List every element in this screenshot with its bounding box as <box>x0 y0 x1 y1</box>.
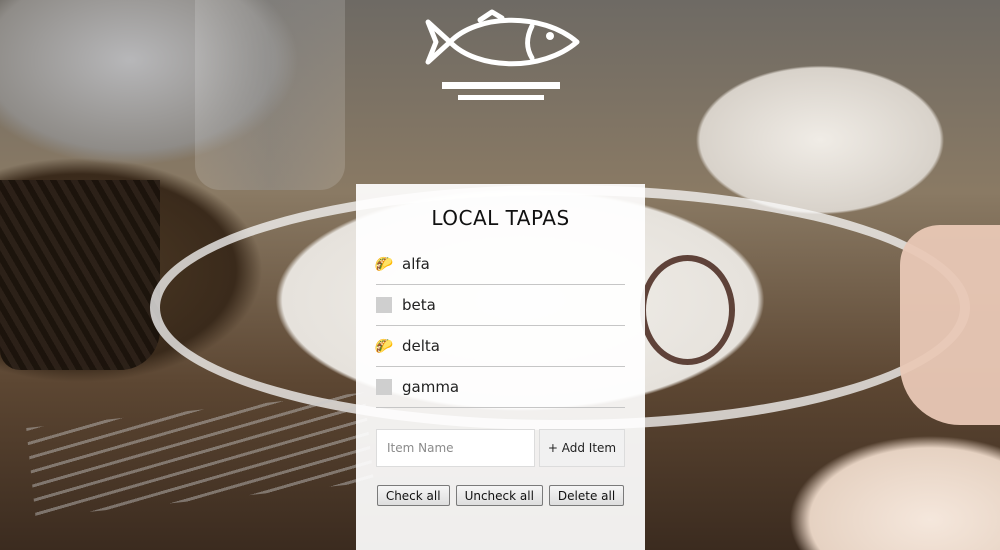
taco-icon[interactable]: 🌮 <box>375 256 394 272</box>
list-item[interactable]: 🌮 delta <box>375 326 625 367</box>
check-all-button[interactable]: Check all <box>376 485 450 506</box>
background-sauce <box>640 255 735 365</box>
item-label: alfa <box>402 255 430 273</box>
background-fork <box>26 392 374 518</box>
item-label: delta <box>402 337 440 355</box>
list-item[interactable]: gamma <box>376 367 625 408</box>
background-hand <box>900 225 1000 425</box>
fish-logo-icon <box>422 0 582 112</box>
background-glass <box>195 0 345 190</box>
item-label: gamma <box>402 378 460 396</box>
todo-panel: LOCAL TAPAS 🌮 alfa beta 🌮 delta gamma + … <box>356 184 645 550</box>
unchecked-box-icon[interactable] <box>376 379 392 395</box>
list-item[interactable]: beta <box>376 285 625 326</box>
uncheck-all-button[interactable]: Uncheck all <box>455 485 543 506</box>
item-label: beta <box>402 296 436 314</box>
background-bread-basket <box>0 180 160 370</box>
add-item-button[interactable]: + Add Item <box>539 429 625 467</box>
list-item[interactable]: 🌮 alfa <box>375 244 625 285</box>
item-name-input[interactable] <box>376 429 535 467</box>
page-title: LOCAL TAPAS <box>431 206 570 230</box>
delete-all-button[interactable]: Delete all <box>548 485 625 506</box>
add-item-form: + Add Item <box>376 429 625 467</box>
item-list: 🌮 alfa beta 🌮 delta gamma <box>375 244 625 408</box>
bulk-actions: Check all Uncheck all Delete all <box>356 485 645 506</box>
taco-icon[interactable]: 🌮 <box>375 338 394 354</box>
unchecked-box-icon[interactable] <box>376 297 392 313</box>
